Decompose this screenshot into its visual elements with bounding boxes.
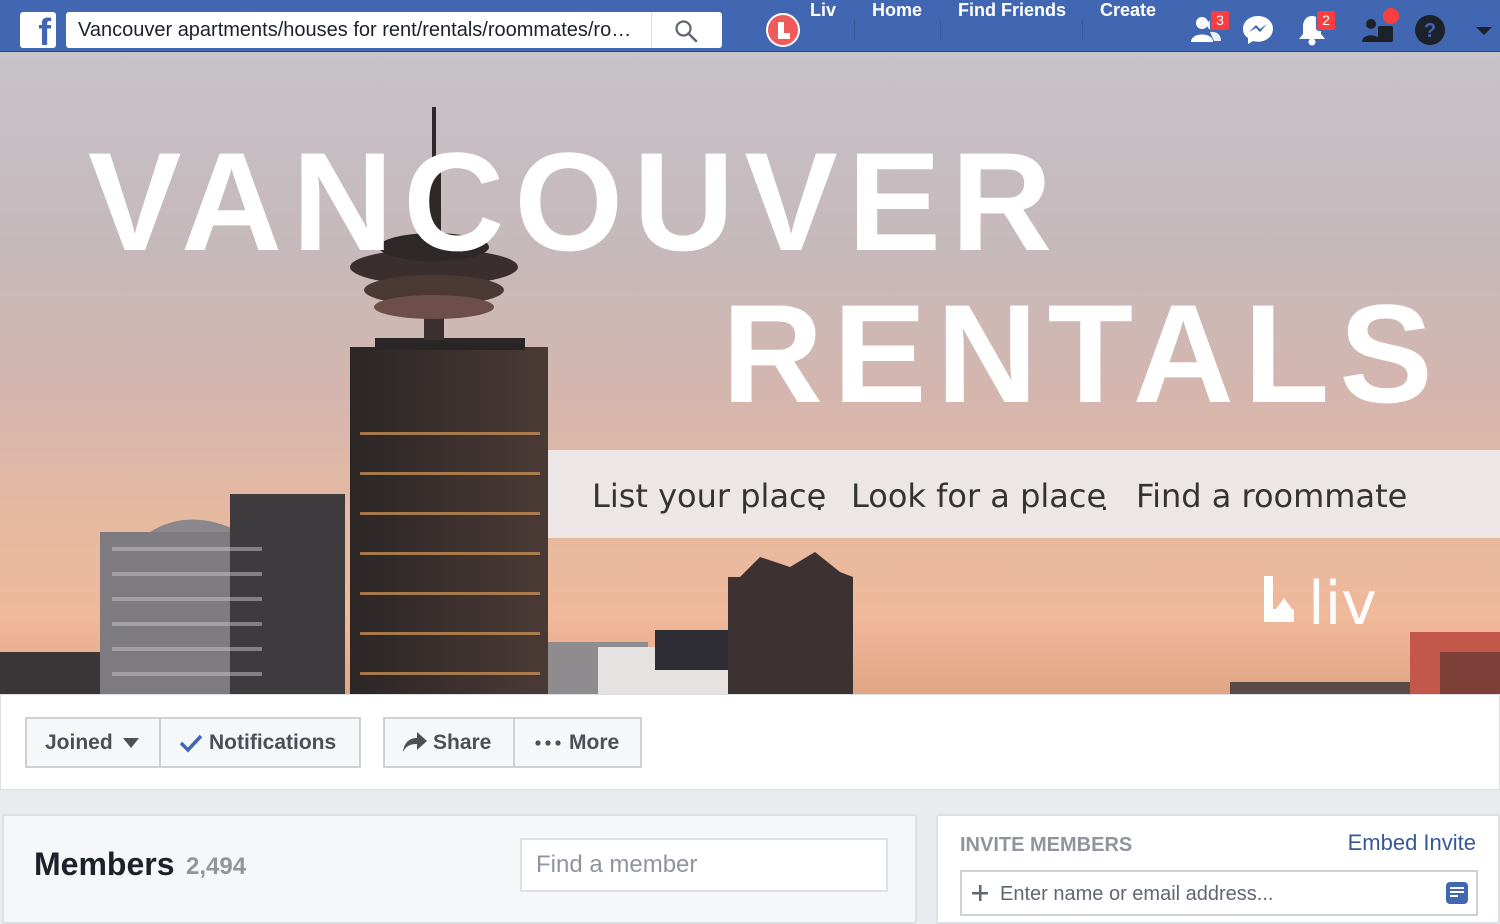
tagline-find-roommate: Find a roommate bbox=[1136, 477, 1408, 515]
messenger-icon[interactable] bbox=[1240, 12, 1276, 48]
nav-divider bbox=[854, 20, 855, 40]
joined-label: Joined bbox=[45, 731, 113, 754]
friend-requests-badge: 3 bbox=[1210, 10, 1230, 31]
caret-down-icon bbox=[123, 738, 139, 748]
checkmark-icon bbox=[179, 734, 203, 753]
share-label: Share bbox=[433, 731, 492, 754]
invite-input[interactable] bbox=[998, 878, 1432, 910]
notifications-badge: 2 bbox=[1316, 10, 1336, 31]
notifications-button[interactable]: Notifications bbox=[159, 717, 361, 768]
share-button[interactable]: Share bbox=[383, 717, 515, 768]
search-input[interactable] bbox=[76, 14, 652, 46]
members-count: 2,494 bbox=[186, 853, 247, 880]
tagline-separator: . bbox=[1100, 484, 1109, 517]
svg-text:?: ? bbox=[1424, 20, 1436, 42]
help-icon[interactable]: ? bbox=[1412, 12, 1448, 48]
find-member-input[interactable] bbox=[520, 838, 888, 892]
liv-logo-text: liv bbox=[1308, 569, 1377, 639]
joined-button[interactable]: Joined bbox=[25, 717, 161, 768]
notifications-label: Notifications bbox=[209, 731, 337, 754]
invite-members-title: INVITE MEMBERS bbox=[960, 834, 1133, 856]
members-title: Members bbox=[34, 846, 175, 882]
invite-field bbox=[960, 870, 1478, 916]
facebook-logo-icon[interactable]: f bbox=[20, 12, 56, 52]
search-button[interactable] bbox=[651, 12, 722, 48]
account-menu-icon[interactable] bbox=[1466, 12, 1500, 48]
tagline-list-place: List your place bbox=[592, 477, 827, 515]
embed-invite-link[interactable]: Embed Invite bbox=[1348, 830, 1476, 856]
profile-link[interactable]: Liv bbox=[810, 0, 836, 52]
group-cover-photo: VANCOUVER RENTALS List your place . Look… bbox=[0, 52, 1500, 694]
members-panel: Members 2,494 bbox=[2, 814, 917, 924]
share-arrow-icon bbox=[403, 732, 427, 752]
nav-create[interactable]: Create bbox=[1100, 0, 1156, 52]
invite-members-panel: INVITE MEMBERS Embed Invite bbox=[936, 814, 1500, 924]
group-action-bar: Joined Notifications Share More bbox=[0, 694, 1500, 790]
more-dots-icon bbox=[535, 740, 561, 746]
nav-divider bbox=[940, 20, 941, 40]
top-navigation-bar: f Liv Home Find Friends Create 3 2 ? bbox=[0, 0, 1500, 52]
nav-home[interactable]: Home bbox=[872, 0, 922, 52]
tagline-separator: . bbox=[815, 484, 824, 517]
nav-divider bbox=[1082, 20, 1083, 40]
note-icon[interactable] bbox=[1446, 882, 1468, 904]
quick-help-alert-dot bbox=[1383, 8, 1399, 24]
search-icon bbox=[675, 20, 698, 43]
cover-title-line2: RENTALS bbox=[722, 275, 1443, 432]
nav-find-friends[interactable]: Find Friends bbox=[958, 0, 1066, 52]
search-box bbox=[66, 12, 722, 48]
more-button[interactable]: More bbox=[513, 717, 642, 768]
more-label: More bbox=[569, 731, 620, 754]
liv-logo-mark bbox=[1264, 576, 1294, 622]
tagline-look-place: Look for a place bbox=[851, 477, 1107, 515]
profile-avatar[interactable] bbox=[766, 13, 800, 47]
cover-title-line1: VANCOUVER bbox=[88, 123, 1063, 280]
plus-icon bbox=[972, 885, 988, 901]
